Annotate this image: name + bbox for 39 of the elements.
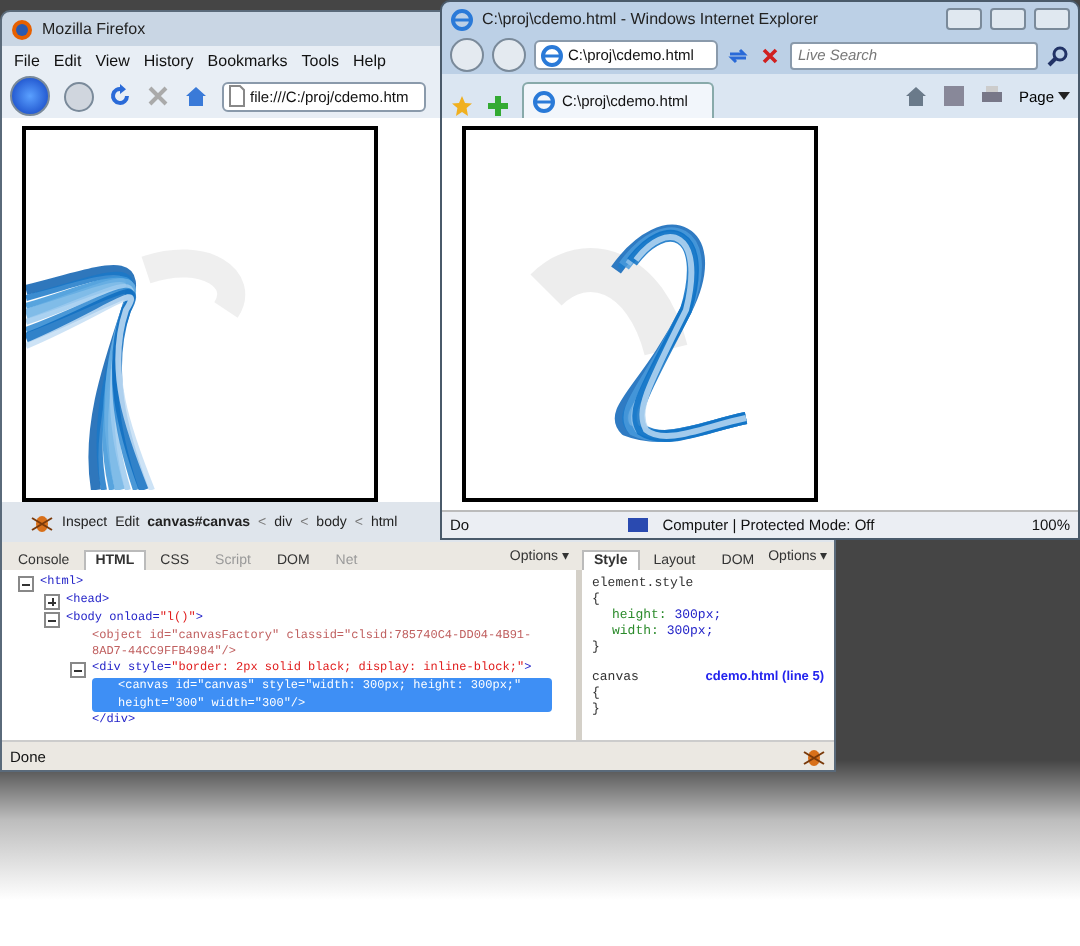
collapse-toggle[interactable] <box>70 662 86 679</box>
menu-item[interactable]: History <box>143 51 194 69</box>
menu-item[interactable]: Help <box>352 51 386 69</box>
close-button[interactable] <box>1034 8 1070 30</box>
globe-logo-icon <box>10 17 34 41</box>
plus-icon[interactable] <box>486 94 510 118</box>
maximize-button[interactable] <box>990 8 1026 30</box>
e-logo-icon <box>540 43 564 67</box>
star-icon[interactable] <box>450 94 474 118</box>
back-button[interactable] <box>10 76 50 116</box>
refresh-icon[interactable] <box>726 43 750 67</box>
reload-icon[interactable] <box>108 84 132 108</box>
window-title: C:\proj\cdemo.html - Windows Internet Explorer <box>482 10 819 28</box>
page-icon <box>228 84 246 108</box>
collapse-toggle[interactable] <box>18 576 34 592</box>
caret-icon <box>1058 92 1070 100</box>
search-icon[interactable] <box>1046 43 1070 67</box>
bug-icon[interactable] <box>802 744 826 768</box>
printer-icon[interactable] <box>980 84 1005 108</box>
back-button[interactable] <box>450 38 484 72</box>
home-icon[interactable] <box>904 84 929 108</box>
computer-icon <box>626 513 651 537</box>
collapse-toggle[interactable] <box>44 612 60 628</box>
home-icon[interactable] <box>184 84 208 108</box>
e-logo-icon <box>532 89 556 113</box>
menu-item[interactable]: Edit <box>53 51 82 69</box>
stop-icon[interactable] <box>146 84 170 108</box>
menu-item[interactable]: Tools <box>301 51 339 69</box>
menu-item[interactable]: Bookmarks <box>207 51 288 69</box>
e-logo-icon <box>450 7 474 31</box>
window-title: Mozilla Firefox <box>42 20 146 38</box>
bug-icon[interactable] <box>30 510 54 534</box>
forward-button[interactable] <box>64 81 94 111</box>
menu-item[interactable]: File <box>14 51 40 69</box>
minimize-button[interactable] <box>946 8 982 30</box>
stop-icon[interactable] <box>758 43 782 67</box>
forward-button[interactable] <box>492 38 526 72</box>
expand-toggle[interactable] <box>44 594 60 610</box>
menu-item[interactable]: View <box>95 51 130 69</box>
